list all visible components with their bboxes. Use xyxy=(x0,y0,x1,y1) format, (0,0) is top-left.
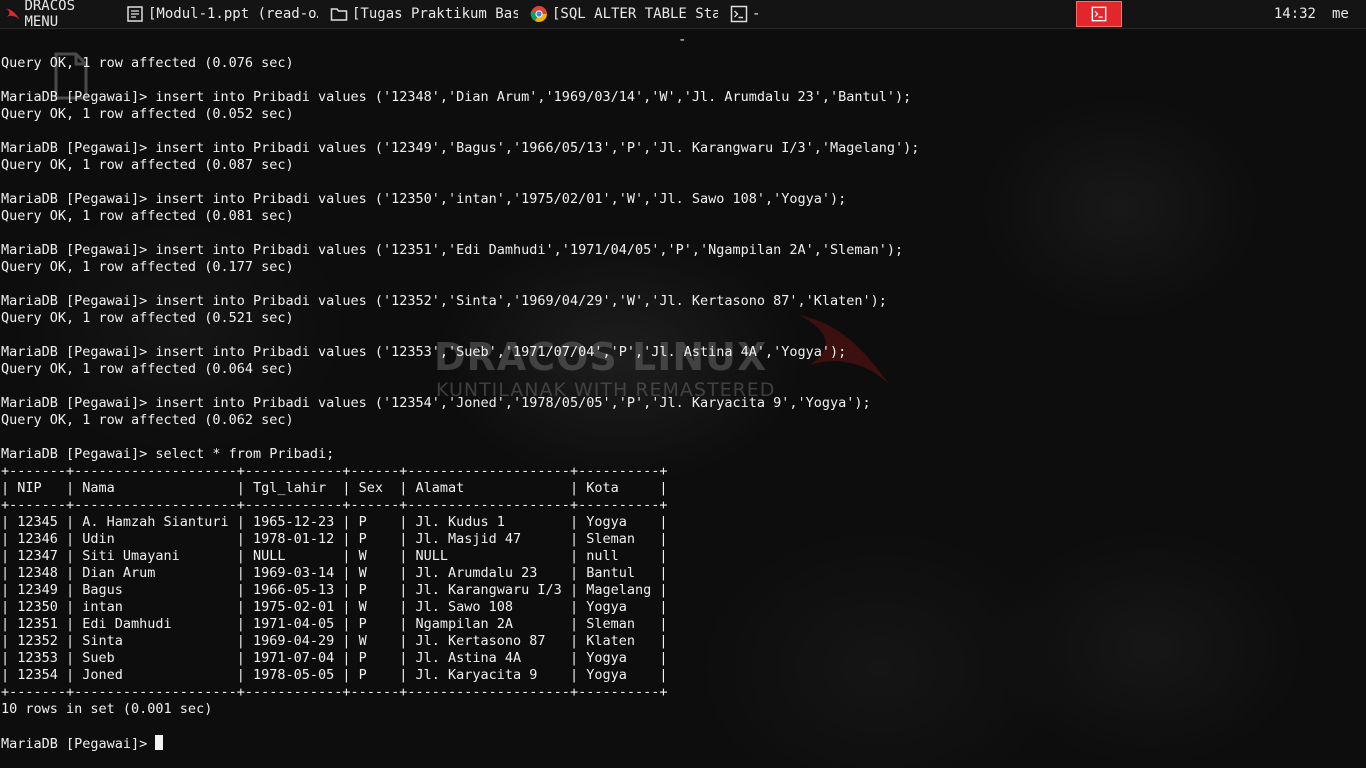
terminal-line: Query OK, 1 row affected (0.521 sec) xyxy=(1,310,294,326)
table-row: | 12349 | Bagus | 1966-05-13 | P | Jl. K… xyxy=(1,582,668,598)
table-row: | 12347 | Siti Umayani | NULL | W | NULL… xyxy=(1,548,668,564)
terminal-icon xyxy=(730,5,748,23)
table-row: | 12352 | Sinta | 1969-04-29 | W | Jl. K… xyxy=(1,633,668,649)
table-row: | 12351 | Edi Damhudi | 1971-04-05 | P |… xyxy=(1,616,668,632)
terminal-line: 10 rows in set (0.001 sec) xyxy=(1,701,213,717)
terminal-line: MariaDB [Pegawai]> insert into Pribadi v… xyxy=(1,395,871,411)
terminal-icon xyxy=(1091,6,1107,22)
task-label: - xyxy=(752,6,761,22)
table-row: | 12350 | intan | 1975-02-01 | W | Jl. S… xyxy=(1,599,668,615)
table-border: +-------+--------------------+----------… xyxy=(1,497,668,513)
terminal-prompt-line[interactable]: MariaDB [Pegawai]> xyxy=(1,735,919,752)
taskbar: DRACOS MENU [Modul-1.ppt (read-o… [Tugas… xyxy=(0,0,1366,30)
table-header: | NIP | Nama | Tgl_lahir | Sex | Alamat … xyxy=(1,480,668,496)
terminal-line: MariaDB [Pegawai]> insert into Pribadi v… xyxy=(1,140,920,156)
terminal-line: Query OK, 1 row affected (0.062 sec) xyxy=(1,412,294,428)
terminal-line: Query OK, 1 row affected (0.064 sec) xyxy=(1,361,294,377)
table-border: +-------+--------------------+----------… xyxy=(1,684,668,700)
text-cursor xyxy=(155,735,164,750)
chrome-icon xyxy=(530,6,547,22)
terminal-line: Query OK, 1 row affected (0.076 sec) xyxy=(1,55,294,71)
table-row: | 12345 | A. Hamzah Sianturi | 1965-12-2… xyxy=(1,514,668,530)
task-label: [SQL ALTER TABLE Sta… xyxy=(552,6,718,22)
terminal-line: MariaDB [Pegawai]> insert into Pribadi v… xyxy=(1,242,904,258)
tray-terminal-button[interactable] xyxy=(1076,1,1122,27)
terminal-line: MariaDB [Pegawai]> insert into Pribadi v… xyxy=(1,344,847,360)
user-label[interactable]: me xyxy=(1332,6,1360,22)
table-border: +-------+--------------------+----------… xyxy=(1,463,668,479)
terminal-line: MariaDB [Pegawai]> insert into Pribadi v… xyxy=(1,293,887,309)
task-label: [Modul-1.ppt (read-o… xyxy=(148,6,318,22)
table-row: | 12353 | Sueb | 1971-07-04 | P | Jl. As… xyxy=(1,650,668,666)
terminal-line: MariaDB [Pegawai]> select * from Pribadi… xyxy=(1,446,335,462)
table-row: | 12348 | Dian Arum | 1969-03-14 | W | J… xyxy=(1,565,668,581)
terminal-line: MariaDB [Pegawai]> insert into Pribadi v… xyxy=(1,191,847,207)
terminal-title-dash: - xyxy=(678,32,687,48)
document-icon xyxy=(127,6,143,22)
terminal-prompt: MariaDB [Pegawai]> xyxy=(1,736,156,752)
terminal-line: Query OK, 1 row affected (0.087 sec) xyxy=(1,157,294,173)
task-modul-ppt[interactable]: [Modul-1.ppt (read-o… xyxy=(118,0,322,28)
dracos-icon xyxy=(5,8,20,20)
terminal-line: Query OK, 1 row affected (0.177 sec) xyxy=(1,259,294,275)
task-terminal[interactable]: - xyxy=(722,0,782,28)
clock[interactable]: 14:32 xyxy=(1272,6,1316,22)
folder-icon xyxy=(330,8,348,21)
task-tugas-folder[interactable]: [Tugas Praktikum Bas… xyxy=(322,0,522,28)
terminal-line: Query OK, 1 row affected (0.052 sec) xyxy=(1,106,294,122)
task-label: [Tugas Praktikum Bas… xyxy=(352,6,518,22)
task-chrome-browser[interactable]: [SQL ALTER TABLE Sta… xyxy=(522,0,722,28)
terminal-line: MariaDB [Pegawai]> insert into Pribadi v… xyxy=(1,89,912,105)
menu-label: DRACOS MENU xyxy=(24,0,76,30)
terminal-line: Query OK, 1 row affected (0.081 sec) xyxy=(1,208,294,224)
terminal-output[interactable]: Query OK, 1 row affected (0.076 sec) Mari… xyxy=(1,55,919,752)
table-row: | 12354 | Joned | 1978-05-05 | P | Jl. K… xyxy=(1,667,668,683)
table-row: | 12346 | Udin | 1978-01-12 | P | Jl. Ma… xyxy=(1,531,668,547)
dracos-menu-button[interactable]: DRACOS MENU xyxy=(0,0,118,30)
